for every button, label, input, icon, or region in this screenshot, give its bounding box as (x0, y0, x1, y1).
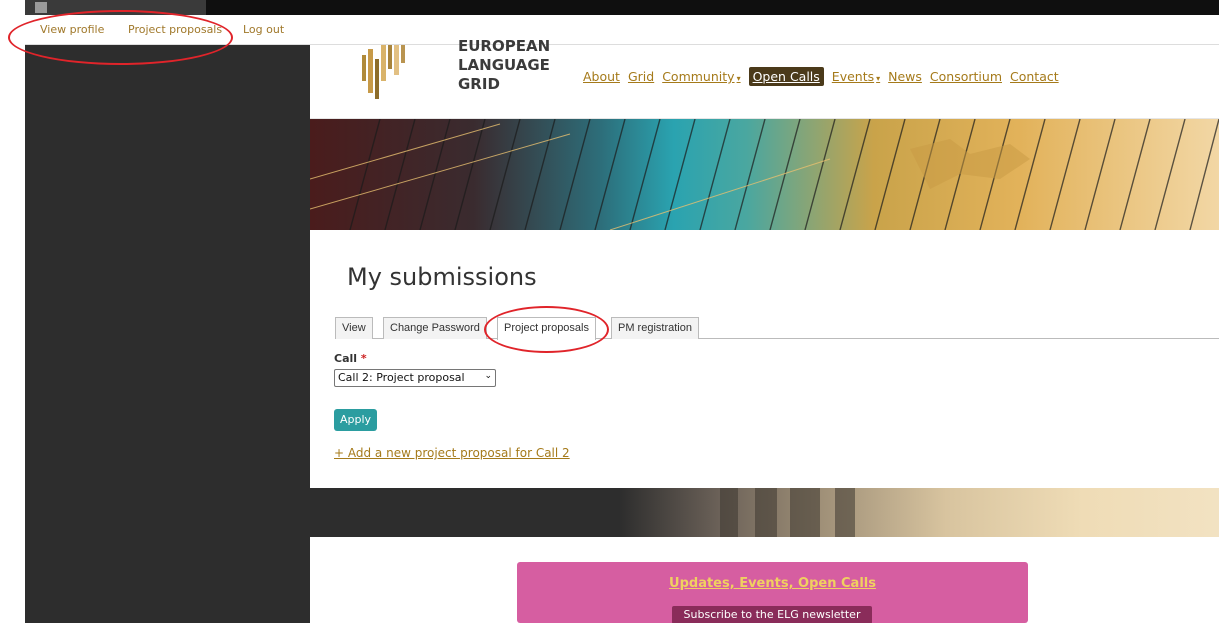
nav-news[interactable]: News (888, 69, 922, 84)
logo-line-3: GRID (458, 75, 500, 93)
tab-view[interactable]: View (335, 317, 373, 339)
main-nav: About Grid Community ▾ Open Calls Events ▾… (583, 67, 1067, 86)
call-field-label: Call * (334, 352, 367, 365)
page-title: My submissions (347, 263, 537, 291)
nav-contact[interactable]: Contact (1010, 69, 1059, 84)
tab-pm-registration[interactable]: PM registration (611, 317, 699, 339)
newsletter-box: Updates, Events, Open Calls Subscribe to… (517, 562, 1028, 623)
nav-consortium[interactable]: Consortium (930, 69, 1002, 84)
decorative-pillar (755, 488, 777, 537)
tabs: View Change Password Project proposals P… (335, 317, 1219, 340)
decorative-band (310, 488, 1219, 537)
tab-project-proposals[interactable]: Project proposals (497, 317, 596, 340)
nav-open-calls[interactable]: Open Calls (748, 67, 824, 86)
call-label-text: Call (334, 352, 358, 365)
log-out-link[interactable]: Log out (243, 23, 284, 36)
decorative-pillar (835, 488, 855, 537)
site-header: EUROPEAN LANGUAGE GRID About Grid Commun… (310, 37, 1219, 119)
decorative-pillar (720, 488, 738, 537)
call-select[interactable]: Call 2: Project proposal ⌄ (334, 369, 496, 387)
nav-about[interactable]: About (583, 69, 620, 84)
logo-line-1: EUROPEAN (458, 37, 551, 55)
nav-events[interactable]: Events ▾ (832, 69, 880, 84)
apply-button[interactable]: Apply (334, 409, 377, 431)
tab-change-password[interactable]: Change Password (383, 317, 487, 339)
admin-toolbar: View profile Project proposals Log out (25, 15, 1219, 45)
call-select-value: Call 2: Project proposal (338, 371, 465, 384)
subscribe-newsletter-button[interactable]: Subscribe to the ELG newsletter (672, 606, 872, 623)
logo-line-2: LANGUAGE (458, 56, 550, 74)
logo-text: EUROPEAN LANGUAGE GRID (458, 37, 550, 94)
left-sidebar-background (25, 0, 310, 623)
elg-logo[interactable]: EUROPEAN LANGUAGE GRID (348, 37, 550, 105)
footer-section: Updates, Events, Open Calls Subscribe to… (310, 537, 1219, 623)
view-profile-link[interactable]: View profile (40, 23, 104, 36)
hero-banner (310, 119, 1219, 230)
top-black-bar (206, 0, 1219, 15)
menu-icon[interactable] (35, 2, 47, 13)
toolbar-corner (25, 0, 206, 15)
caret-down-icon: ▾ (736, 74, 741, 83)
newsletter-title-link[interactable]: Updates, Events, Open Calls (517, 576, 1028, 591)
required-marker: * (360, 352, 367, 365)
elg-logo-mark-icon (362, 45, 405, 99)
nav-grid[interactable]: Grid (628, 69, 654, 84)
main-content-card: My submissions View Change Password Proj… (310, 230, 1219, 488)
caret-down-icon: ▾ (876, 74, 881, 83)
chevron-down-icon: ⌄ (484, 371, 492, 381)
add-project-proposal-link[interactable]: + Add a new project proposal for Call 2 (334, 446, 570, 460)
nav-community[interactable]: Community ▾ (662, 69, 740, 84)
hero-pattern-graphic (310, 119, 1219, 230)
decorative-pillar (790, 488, 820, 537)
project-proposals-link[interactable]: Project proposals (128, 23, 222, 36)
